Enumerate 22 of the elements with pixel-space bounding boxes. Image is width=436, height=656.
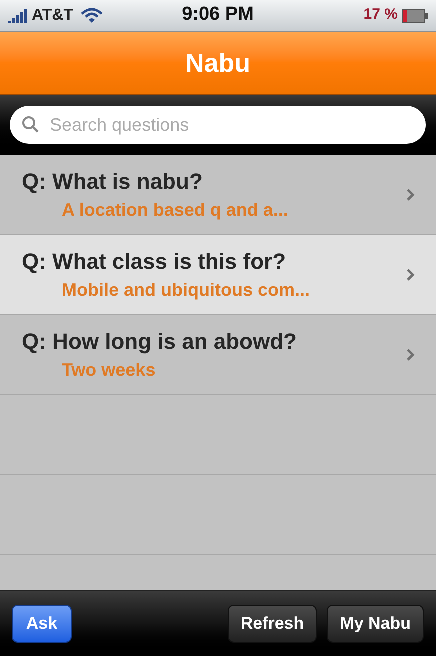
toolbar-button[interactable]: My Nabu xyxy=(327,604,424,642)
chevron-icon xyxy=(406,348,416,362)
carrier-text: AT&T xyxy=(32,6,74,26)
toolbar-button[interactable]: Ask xyxy=(12,604,72,642)
question-text: Q: How long is an abowd? xyxy=(22,328,298,356)
chevron-icon xyxy=(406,268,416,282)
chevron-icon xyxy=(406,188,416,202)
question-text: Q: What is nabu? xyxy=(22,168,204,196)
question-text: Q: What class is this for? xyxy=(22,248,288,276)
answer-text: Two weeks xyxy=(61,358,157,382)
search-icon xyxy=(22,116,40,134)
signal-icon xyxy=(8,8,28,22)
search-field[interactable]: Search questions xyxy=(10,106,426,144)
battery-text: 17 % xyxy=(364,5,398,26)
question-row[interactable]: Q: What class is this for? Mobile and ubiquitous com... xyxy=(0,235,436,315)
time-text: 9:06 PM xyxy=(182,3,254,28)
answer-text: Mobile and ubiquitous com... xyxy=(61,278,311,302)
battery-icon xyxy=(402,8,428,22)
toolbar-button[interactable]: Refresh xyxy=(228,604,318,642)
answer-text: A location based q and a... xyxy=(61,198,290,222)
nav-title: Nabu xyxy=(186,46,250,80)
wifi-icon xyxy=(81,8,104,24)
